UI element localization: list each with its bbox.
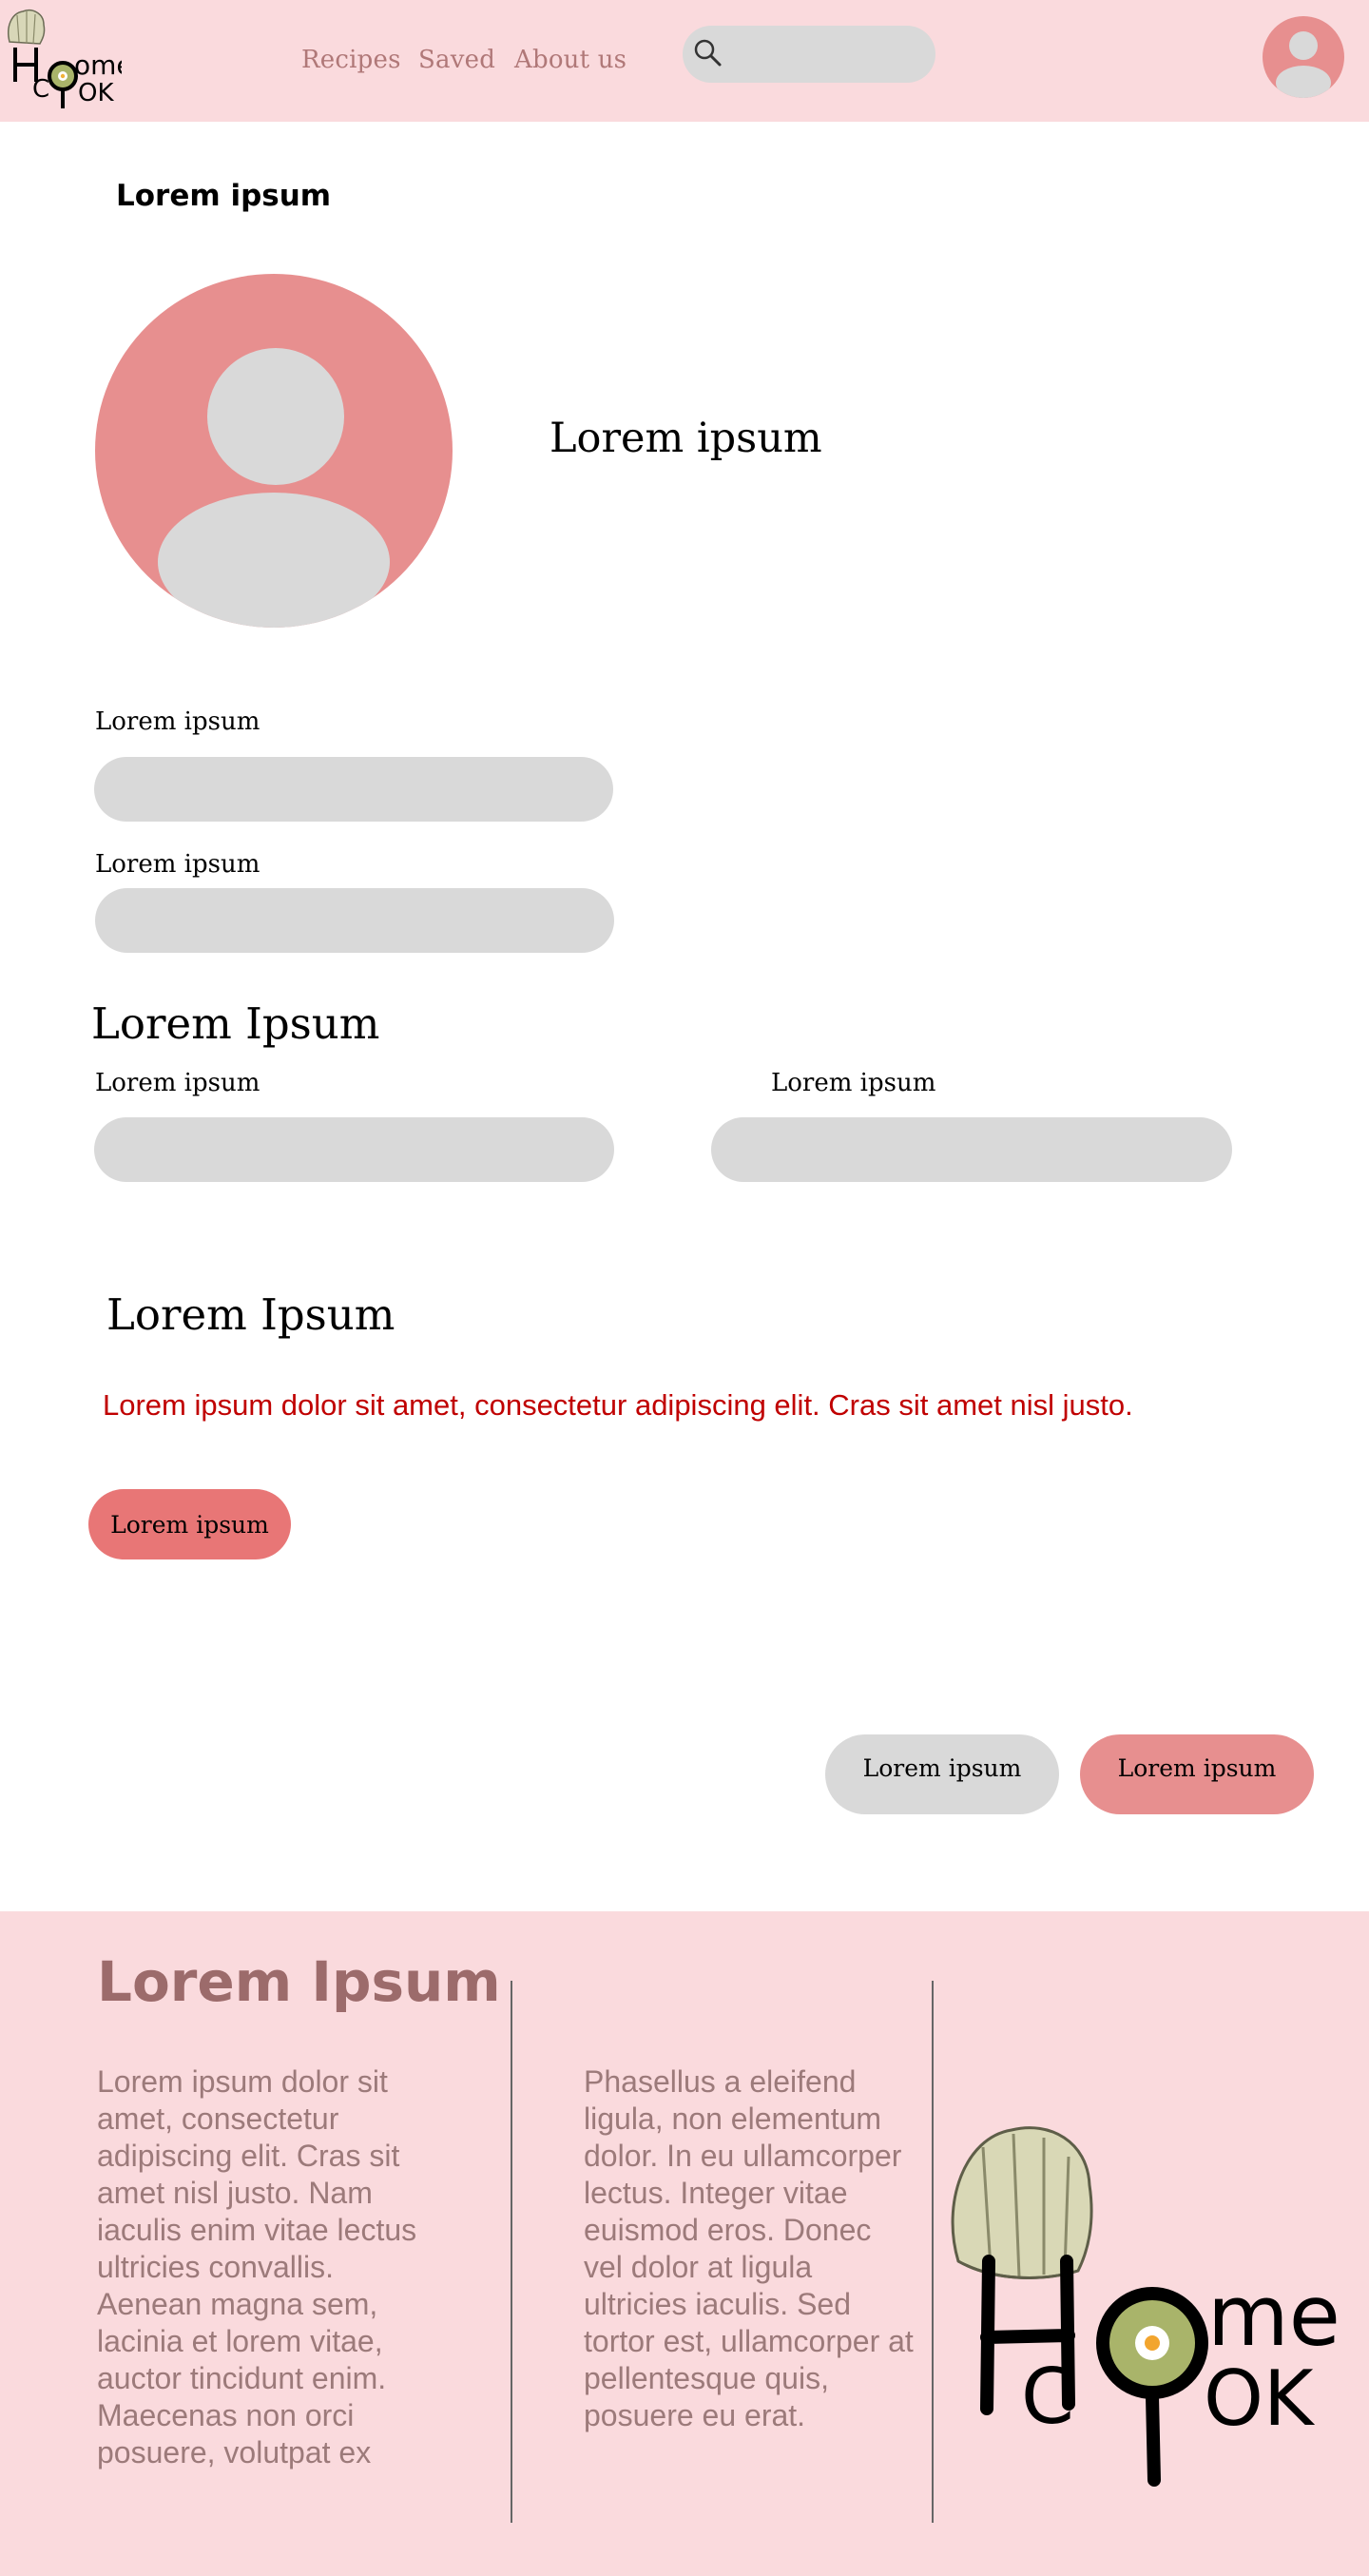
search-icon (694, 39, 722, 67)
confirm-button[interactable]: Lorem ipsum (1080, 1734, 1314, 1814)
footer-divider-2 (932, 1981, 934, 2523)
top-navigation-bar: ome C OK Recipes Saved About us (0, 0, 1369, 122)
profile-avatar[interactable] (95, 274, 453, 628)
profile-field-1[interactable] (94, 757, 613, 822)
nav-about-us[interactable]: About us (514, 46, 627, 74)
field-label-1: Lorem ipsum (95, 707, 260, 736)
section-title-3: Lorem Ipsum (106, 1289, 395, 1340)
svg-text:OK: OK (1204, 2354, 1316, 2443)
field-label-2: Lorem ipsum (95, 850, 260, 879)
section-field-right[interactable] (711, 1117, 1232, 1182)
field-label-left: Lorem ipsum (95, 1069, 260, 1097)
field-label-right: Lorem ipsum (771, 1069, 936, 1097)
profile-field-2[interactable] (95, 888, 614, 953)
cancel-button[interactable]: Lorem ipsum (825, 1734, 1059, 1814)
section-field-left[interactable] (94, 1117, 614, 1182)
home-cook-logo-large: me C OK (951, 2126, 1340, 2487)
profile-name: Lorem ipsum (550, 415, 822, 462)
footer-text-left: Lorem ipsum dolor sit amet, consectetur … (97, 2064, 417, 2469)
footer-title: Lorem Ipsum (97, 1949, 501, 2014)
section-title-2: Lorem Ipsum (91, 998, 380, 1049)
search-input[interactable] (683, 26, 935, 83)
svg-text:ome: ome (74, 49, 122, 81)
chef-hat-icon (8, 10, 46, 45)
page-title: Lorem ipsum (116, 179, 332, 213)
home-cook-logo[interactable]: ome C OK (4, 6, 122, 110)
nav-recipes[interactable]: Recipes (301, 46, 401, 74)
footer-divider-1 (511, 1981, 512, 2523)
footer-text-right: Phasellus a eleifend ligula, non element… (584, 2064, 914, 2432)
svg-text:me: me (1207, 2267, 1340, 2365)
svg-text:OK: OK (78, 79, 114, 107)
svg-text:C: C (1021, 2353, 1074, 2441)
warning-text: Lorem ipsum dolor sit amet, consectetur … (103, 1388, 1133, 1422)
svg-text:C: C (32, 75, 49, 104)
user-avatar-icon[interactable] (1263, 16, 1344, 98)
footer: Lorem Ipsum Lorem ipsum dolor sit amet, … (0, 1911, 1369, 2576)
nav-saved[interactable]: Saved (418, 46, 495, 74)
small-action-button[interactable]: Lorem ipsum (88, 1489, 291, 1559)
chef-hat-icon (951, 2126, 1093, 2279)
